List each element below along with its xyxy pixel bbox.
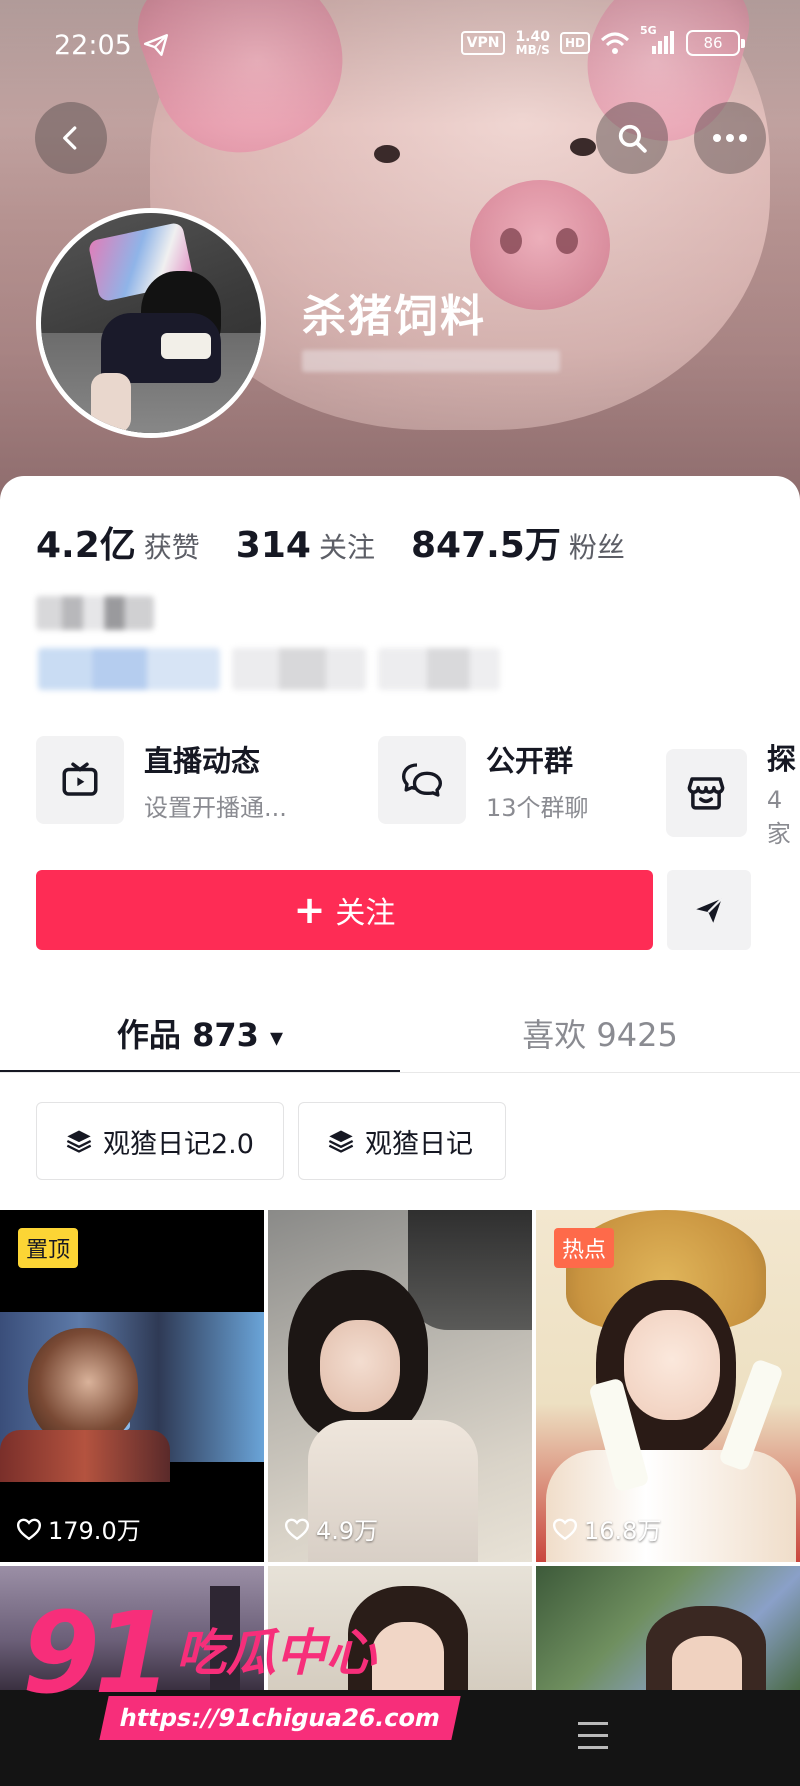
shortcut-subtitle: 4家	[766, 786, 791, 848]
tv-icon	[36, 736, 124, 824]
layers-icon	[66, 1130, 92, 1153]
search-icon	[618, 124, 647, 153]
send-icon	[696, 897, 723, 923]
follow-label: 关注	[335, 896, 396, 931]
video-likes: 4.9万	[284, 1511, 378, 1546]
collection-chip[interactable]: 观猹日记	[298, 1102, 506, 1180]
tab-likes[interactable]: 喜欢 9425	[400, 1010, 800, 1056]
collection-chip[interactable]: 观猹日记2.0	[36, 1102, 284, 1180]
follow-button[interactable]: + 关注	[36, 870, 653, 950]
blurred-tag	[38, 648, 220, 690]
followers-count[interactable]: 847.5万	[411, 516, 561, 568]
shortcut-shop[interactable]: 探 4家	[666, 736, 800, 849]
heart-icon	[16, 1518, 42, 1540]
video-likes: 16.8万	[552, 1511, 661, 1546]
tab-works-label: 作品 873	[116, 1016, 259, 1054]
status-bar: 22:05 VPN 1.40 MB/S HD 5G 86	[0, 0, 800, 90]
shortcut-title: 公开群	[486, 743, 574, 778]
watermark-number: 91	[22, 1589, 172, 1719]
dropdown-arrow-icon: ▾	[270, 1023, 284, 1053]
heart-icon	[284, 1518, 310, 1540]
hot-badge: 热点	[554, 1228, 615, 1268]
video-thumbnail[interactable]: 置顶 179.0万	[0, 1210, 264, 1562]
cellular-signal-icon: 5G	[640, 24, 676, 56]
shortcut-subtitle: 设置开播通...	[144, 793, 287, 822]
following-count[interactable]: 314	[236, 525, 311, 566]
collection-label: 观猹日记	[365, 1128, 473, 1160]
video-thumbnail[interactable]: 热点 16.8万	[536, 1210, 800, 1562]
shortcut-live-updates[interactable]: 直播动态 设置开播通...	[36, 736, 287, 824]
tab-divider	[0, 1072, 800, 1073]
plus-icon: +	[293, 888, 326, 932]
profile-stats: 4.2亿 获赞 314 关注 847.5万 粉丝	[36, 516, 661, 568]
shop-icon	[666, 748, 747, 837]
more-options-button[interactable]	[694, 102, 766, 174]
shortcut-public-group[interactable]: 公开群 13个群聊	[378, 736, 589, 824]
vpn-badge: VPN	[460, 31, 506, 55]
profile-name: 杀猪饲料	[302, 291, 486, 342]
telegram-icon	[143, 34, 169, 56]
blurred-tag	[378, 648, 500, 690]
following-label[interactable]: 关注	[319, 526, 375, 566]
shortcut-title: 直播动态	[144, 743, 261, 778]
shortcut-title: 探	[766, 742, 796, 776]
chat-bubbles-icon	[378, 736, 466, 824]
back-button[interactable]	[35, 102, 107, 174]
share-button[interactable]	[667, 870, 751, 950]
layers-icon	[328, 1130, 354, 1153]
blurred-account-id	[302, 350, 560, 372]
chevron-left-icon	[63, 126, 77, 150]
likes-label: 获赞	[143, 531, 200, 564]
video-thumbnail[interactable]	[536, 1566, 800, 1690]
hd-badge: HD	[559, 32, 590, 54]
network-speed: 1.40 MB/S	[515, 29, 550, 57]
blurred-tag	[232, 648, 366, 690]
video-thumbnail[interactable]: 4.9万	[268, 1210, 532, 1562]
tab-works[interactable]: 作品 873 ▾	[0, 1010, 400, 1056]
blurred-bio	[36, 596, 154, 630]
battery-indicator: 86	[686, 30, 745, 56]
heart-icon	[552, 1518, 578, 1540]
pinned-badge: 置顶	[18, 1228, 79, 1268]
menu-icon[interactable]	[578, 1722, 608, 1758]
status-indicators: VPN 1.40 MB/S HD 5G 86	[460, 24, 745, 57]
search-button[interactable]	[596, 102, 668, 174]
collection-label: 观猹日记2.0	[103, 1128, 254, 1160]
watermark-url: https://91chigua26.com	[99, 1696, 461, 1740]
video-likes: 179.0万	[16, 1511, 141, 1546]
watermark-title: 吃瓜中心	[176, 1624, 376, 1682]
followers-label[interactable]: 粉丝	[569, 526, 625, 566]
shortcut-subtitle: 13个群聊	[486, 793, 589, 822]
likes-count: 4.2亿	[36, 525, 136, 566]
wifi-icon	[600, 32, 630, 54]
more-dots-icon	[713, 134, 747, 142]
status-time: 22:05	[54, 30, 132, 61]
avatar[interactable]	[36, 208, 266, 438]
